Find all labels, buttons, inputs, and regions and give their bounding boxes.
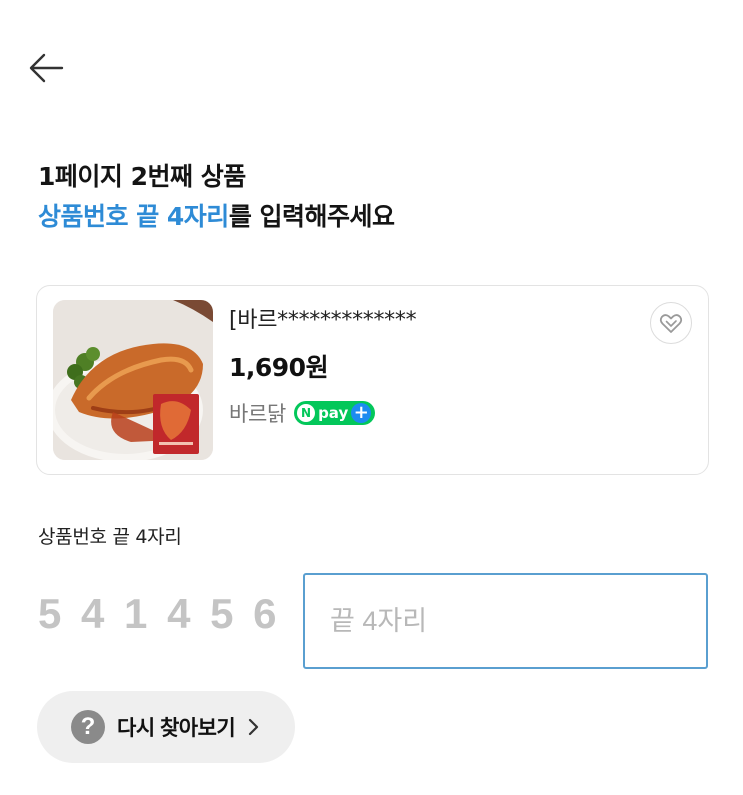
search-again-button[interactable]: ? 다시 찾아보기 [37,691,295,763]
product-price: 1,690원 [229,353,329,382]
search-again-label: 다시 찾아보기 [117,717,236,740]
store-name: 바르닭 [229,402,287,426]
product-name: [바르************* [229,308,417,333]
heading-accent: 상품번호 끝 4자리 [38,202,229,231]
last-four-digits-input[interactable] [303,573,708,669]
product-thumbnail [53,300,213,460]
question-icon: ? [71,710,105,744]
heart-icon [659,314,683,333]
npay-badge: N pay + [294,401,376,425]
chicken-breast-image [53,300,213,460]
code-field-label: 상품번호 끝 4자리 [38,526,182,548]
plus-icon: + [351,403,372,423]
back-button[interactable] [24,48,68,88]
page-heading: 1페이지 2번째 상품 상품번호 끝 4자리를 입력해주세요 [38,160,395,234]
heading-line2: 상품번호 끝 4자리를 입력해주세요 [38,200,395,234]
naver-n-icon: N [297,404,316,422]
product-card[interactable]: [바르************* 1,690원 바르닭 N pay + [36,285,709,475]
store-row: 바르닭 N pay + [229,398,376,428]
heading-rest: 를 입력해주세요 [228,202,395,231]
arrow-left-icon [29,53,64,83]
chevron-right-icon [249,718,259,736]
heading-line1: 1페이지 2번째 상품 [38,162,246,191]
product-code-prefix: 5 4 1 4 5 6 [38,590,281,637]
npay-label: pay [318,404,349,422]
wishlist-button[interactable] [650,302,692,344]
